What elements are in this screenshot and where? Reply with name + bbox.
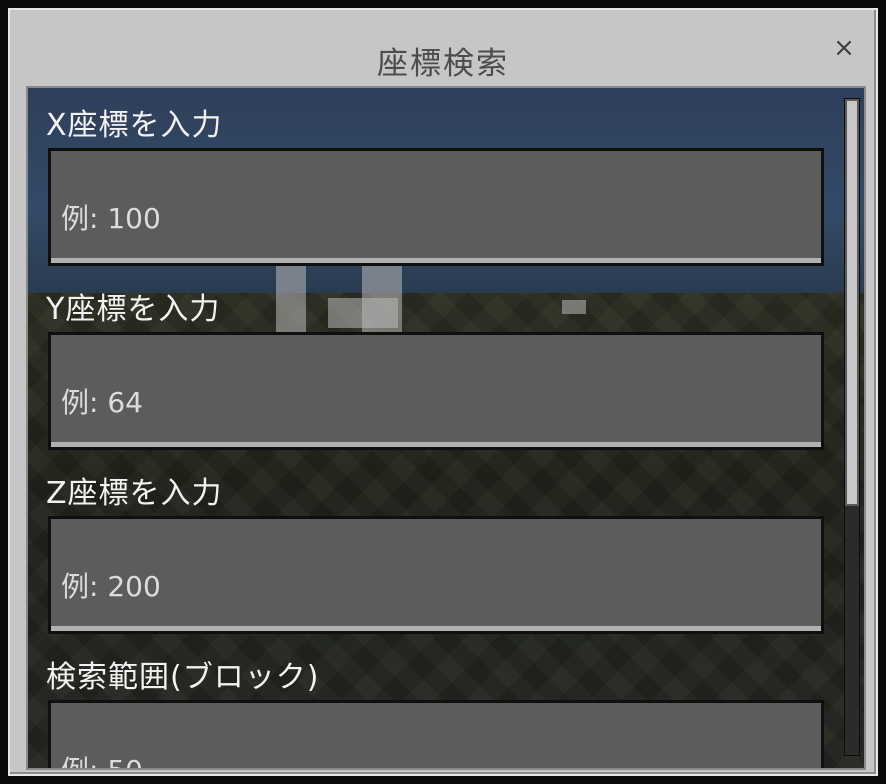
- x-coordinate-label: X座標を入力: [46, 108, 223, 143]
- z-coordinate-placeholder: 例: 200: [61, 570, 161, 603]
- search-range-placeholder: 例: 50: [61, 749, 143, 768]
- scrollbar-thumb[interactable]: [845, 99, 859, 506]
- dialog-title: 座標検索: [377, 46, 509, 82]
- form-scroll-area[interactable]: X座標を入力 例: 100 Y座標を入力 例: 64 Z座標を入力 例: 200…: [26, 86, 866, 770]
- x-coordinate-placeholder: 例: 100: [61, 202, 161, 235]
- y-coordinate-placeholder: 例: 64: [61, 386, 143, 419]
- z-coordinate-label: Z座標を入力: [46, 476, 223, 511]
- background-mob: [562, 300, 586, 314]
- search-range-label: 検索範囲(ブロック): [46, 660, 320, 695]
- coordinate-search-dialog: 座標検索 × X座標を入力 例: 100 Y座標を入力 例: 64 Z座標を入力: [8, 8, 878, 776]
- y-coordinate-label: Y座標を入力: [46, 292, 221, 327]
- close-icon[interactable]: ×: [832, 35, 856, 61]
- z-coordinate-input[interactable]: 例: 200: [48, 516, 824, 634]
- x-coordinate-input[interactable]: 例: 100: [48, 148, 824, 266]
- scrollbar-track[interactable]: [844, 98, 860, 756]
- y-coordinate-input[interactable]: 例: 64: [48, 332, 824, 450]
- search-range-input[interactable]: 例: 50: [48, 700, 824, 768]
- background-mob: [328, 298, 398, 328]
